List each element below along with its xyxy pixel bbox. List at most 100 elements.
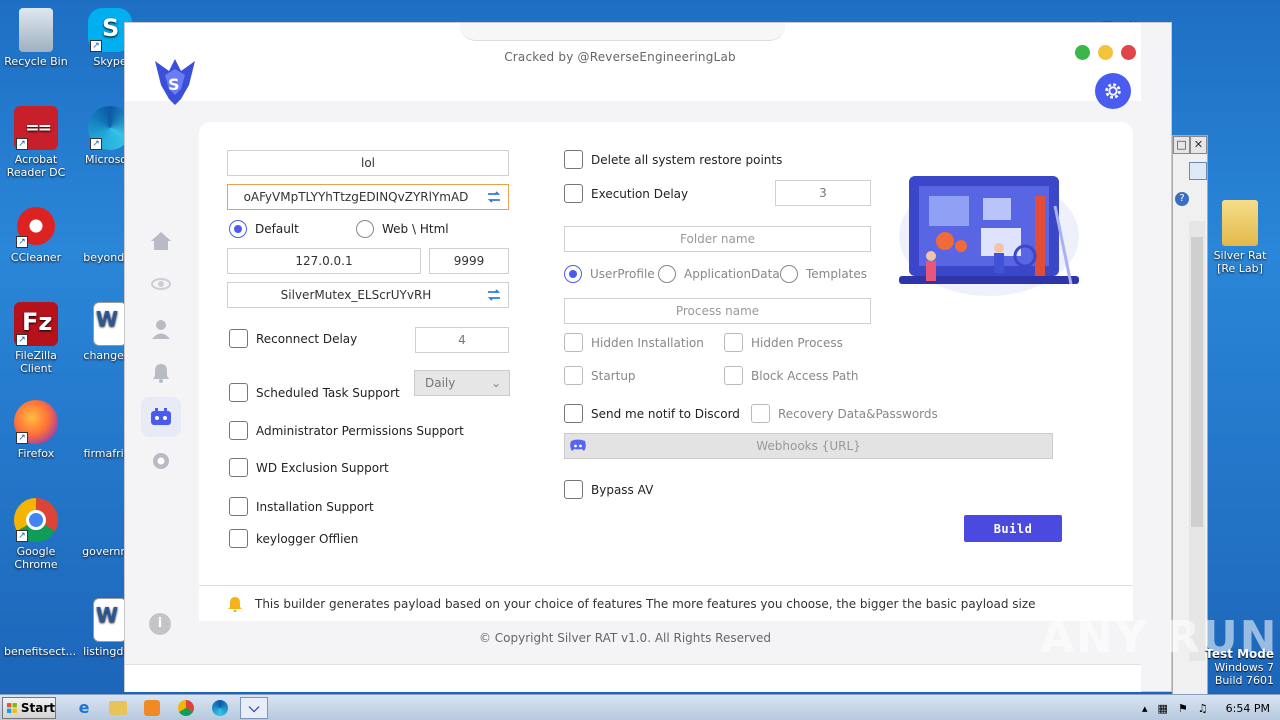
window-drag-handle[interactable] xyxy=(460,23,785,41)
user-icon xyxy=(152,320,170,339)
scheduled-task-checkbox[interactable]: Scheduled Task Support xyxy=(229,383,400,402)
host-name-input[interactable]: lol xyxy=(227,150,509,176)
radio-default[interactable]: Default xyxy=(229,220,299,238)
watermark-line: Test Mode xyxy=(1205,647,1274,661)
port-input[interactable]: 9999 xyxy=(429,248,509,274)
startup-checkbox[interactable]: Startup xyxy=(564,366,636,385)
radio-userprofile[interactable]: UserProfile xyxy=(564,265,655,283)
build-button[interactable]: Build xyxy=(964,515,1062,542)
desktop-icon-chrome[interactable]: ↗ Google Chrome xyxy=(4,498,68,571)
desktop-icon-silver-rat-folder[interactable]: Silver Rat [Re Lab] xyxy=(1204,200,1276,275)
taskbar-ie[interactable]: e xyxy=(70,697,98,719)
refresh-icon[interactable] xyxy=(486,287,502,303)
taskbar-chrome[interactable] xyxy=(172,697,200,719)
key-input[interactable]: oAFyVMpTLYYhTtzgEDINQvZYRlYmAD xyxy=(227,184,509,210)
settings-button[interactable] xyxy=(1095,73,1131,109)
wd-exclusion-checkbox[interactable]: WD Exclusion Support xyxy=(229,458,389,477)
tray-chevron-icon[interactable]: ▴ xyxy=(1142,702,1148,715)
bypass-av-checkbox[interactable]: Bypass AV xyxy=(564,480,653,499)
refresh-icon[interactable] xyxy=(486,189,502,205)
keylogger-checkbox[interactable]: keylogger Offlien xyxy=(229,529,358,548)
mutex-input[interactable]: SilverMutex_ELScrUYvRH xyxy=(227,282,509,308)
checkbox-box[interactable] xyxy=(229,497,248,516)
window-dot-yellow[interactable] xyxy=(1098,45,1113,60)
network-icon[interactable]: ▦ xyxy=(1158,702,1168,715)
checkbox-box[interactable] xyxy=(229,383,248,402)
maximize-icon[interactable]: □ xyxy=(1173,136,1190,154)
search-icon[interactable] xyxy=(1189,162,1207,180)
checkbox-box[interactable] xyxy=(724,333,743,352)
checkbox-box[interactable] xyxy=(564,184,583,203)
radio-circle[interactable] xyxy=(658,265,676,283)
scrollbar-thumb[interactable] xyxy=(1191,237,1203,527)
radio-templates[interactable]: Templates xyxy=(780,265,867,283)
radio-circle[interactable] xyxy=(229,220,247,238)
sidebar-item-notifications[interactable] xyxy=(141,353,181,393)
ccleaner-icon: ↗ xyxy=(14,204,58,248)
radio-circle[interactable] xyxy=(356,220,374,238)
hidden-installation-checkbox[interactable]: Hidden Installation xyxy=(564,333,704,352)
ip-input[interactable]: 127.0.0.1 xyxy=(227,248,421,274)
process-name-input[interactable]: Process name xyxy=(564,298,871,324)
reconnect-delay-checkbox[interactable]: Reconnect Delay xyxy=(229,329,357,348)
reconnect-delay-input[interactable]: 4 xyxy=(415,327,509,353)
sidebar-item-settings[interactable] xyxy=(141,441,181,481)
checkbox-box[interactable] xyxy=(229,529,248,548)
checkbox-box[interactable] xyxy=(724,366,743,385)
checkbox-box[interactable] xyxy=(751,404,770,423)
checkbox-box[interactable] xyxy=(564,480,583,499)
volume-icon[interactable]: ♫ xyxy=(1198,702,1208,715)
delete-restore-points-checkbox[interactable]: Delete all system restore points xyxy=(564,150,782,169)
checkbox-box[interactable] xyxy=(229,458,248,477)
webhooks-url-input[interactable]: Webhooks {URL} xyxy=(564,433,1053,459)
installation-support-checkbox[interactable]: Installation Support xyxy=(229,497,374,516)
checkbox-label: Send me notif to Discord xyxy=(591,406,740,421)
checkbox-box[interactable] xyxy=(229,421,248,440)
desktop-icon-filezilla[interactable]: Fz ↗ FileZilla Client xyxy=(4,302,68,375)
background-scrollbar[interactable] xyxy=(1189,221,1205,661)
checkbox-label: Block Access Path xyxy=(751,368,859,383)
block-access-path-checkbox[interactable]: Block Access Path xyxy=(724,366,859,385)
radio-web-html[interactable]: Web \ Html xyxy=(356,220,449,238)
checkbox-box[interactable] xyxy=(564,333,583,352)
checkbox-box[interactable] xyxy=(564,150,583,169)
radio-label: UserProfile xyxy=(590,267,655,281)
taskbar-media-player[interactable] xyxy=(138,697,166,719)
taskbar-explorer[interactable] xyxy=(104,697,132,719)
checkbox-box[interactable] xyxy=(564,366,583,385)
silver-rat-icon: ⌵ xyxy=(248,699,260,716)
window-dot-green[interactable] xyxy=(1075,45,1090,60)
help-icon[interactable]: ? xyxy=(1175,192,1189,206)
radio-circle[interactable] xyxy=(780,265,798,283)
window-dot-red[interactable] xyxy=(1121,45,1136,60)
schedule-dropdown[interactable]: Daily ⌄ xyxy=(414,370,510,396)
discord-notif-checkbox[interactable]: Send me notif to Discord xyxy=(564,404,740,423)
admin-permissions-checkbox[interactable]: Administrator Permissions Support xyxy=(229,421,464,440)
sidebar-item-user[interactable] xyxy=(141,309,181,349)
start-label: Start xyxy=(20,700,55,715)
desktop-icon-benefitsect[interactable]: benefitsect... xyxy=(4,598,76,658)
radio-circle[interactable] xyxy=(564,265,582,283)
clock[interactable]: 6:54 PM xyxy=(1226,702,1270,715)
checkbox-label: Administrator Permissions Support xyxy=(256,423,464,438)
radio-applicationdata[interactable]: ApplicationData xyxy=(658,265,780,283)
start-button[interactable]: Start xyxy=(2,696,56,719)
sidebar-item-builder[interactable] xyxy=(141,397,181,437)
flag-icon[interactable]: ⚑ xyxy=(1178,702,1188,715)
checkbox-box[interactable] xyxy=(564,404,583,423)
recovery-data-checkbox[interactable]: Recovery Data&Passwords xyxy=(751,404,938,423)
sidebar-item-spy[interactable] xyxy=(141,265,181,305)
folder-name-input[interactable]: Folder name xyxy=(564,226,871,252)
desktop-icon-firefox[interactable]: ↗ Firefox xyxy=(4,400,68,460)
desktop-icon-ccleaner[interactable]: ↗ CCleaner xyxy=(4,204,68,264)
checkbox-box[interactable] xyxy=(229,329,248,348)
execution-delay-input[interactable]: 3 xyxy=(775,180,871,206)
sidebar-item-home[interactable] xyxy=(141,221,181,261)
desktop-icon-acrobat[interactable]: ⩵ ↗ Acrobat Reader DC xyxy=(4,106,68,179)
close-icon[interactable]: ✕ xyxy=(1190,136,1207,154)
taskbar-edge[interactable] xyxy=(206,697,234,719)
hidden-process-checkbox[interactable]: Hidden Process xyxy=(724,333,843,352)
taskbar-silver-rat[interactable]: ⌵ xyxy=(240,696,268,719)
desktop-icon-recycle-bin[interactable]: Recycle Bin xyxy=(4,8,68,68)
execution-delay-checkbox[interactable]: Execution Delay xyxy=(564,184,688,203)
